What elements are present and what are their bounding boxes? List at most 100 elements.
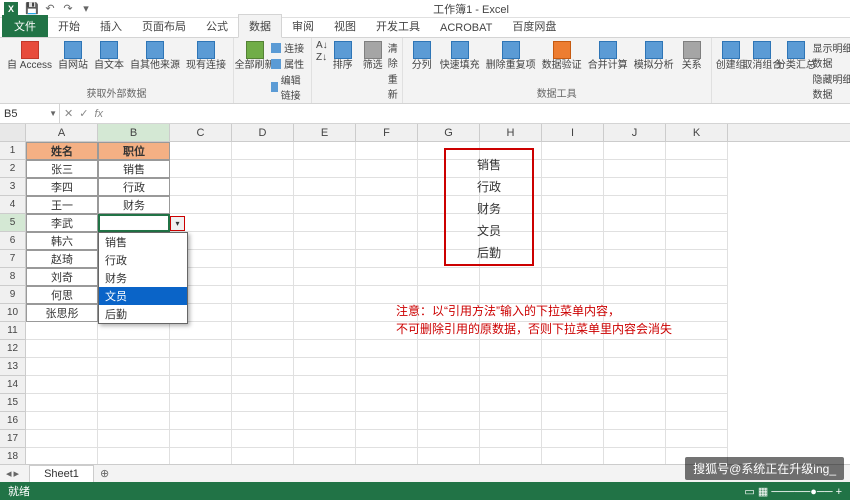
row-header[interactable]: 17 — [0, 430, 26, 448]
cell[interactable] — [294, 322, 356, 340]
cell[interactable]: 张思彤 — [26, 304, 98, 322]
col-header-B[interactable]: B — [98, 124, 170, 141]
name-box[interactable]: B5▼ — [0, 104, 60, 123]
col-header-H[interactable]: H — [480, 124, 542, 141]
cell[interactable] — [418, 430, 480, 448]
row-header[interactable]: 3 — [0, 178, 26, 196]
sheet-nav-first-icon[interactable]: ◂ — [6, 467, 12, 480]
cell[interactable] — [294, 340, 356, 358]
cell[interactable] — [170, 160, 232, 178]
cell[interactable] — [294, 376, 356, 394]
cell[interactable] — [232, 160, 294, 178]
cell[interactable] — [542, 412, 604, 430]
sort-desc-button[interactable]: Z↓ — [316, 52, 328, 63]
cell[interactable] — [26, 412, 98, 430]
cell[interactable] — [356, 142, 418, 160]
relationships-button[interactable]: 关系 — [677, 40, 707, 72]
dropdown-option[interactable]: 后勤 — [99, 305, 187, 323]
cell[interactable] — [418, 358, 480, 376]
cell[interactable] — [98, 340, 170, 358]
formula-input[interactable] — [107, 104, 850, 123]
tab-home[interactable]: 开始 — [48, 15, 90, 37]
cell[interactable] — [26, 394, 98, 412]
col-header-C[interactable]: C — [170, 124, 232, 141]
cell[interactable] — [356, 376, 418, 394]
cell[interactable] — [542, 268, 604, 286]
properties-button[interactable]: 属性 — [271, 56, 307, 71]
reapply-button[interactable]: 重新应用 — [388, 71, 398, 104]
data-validation-button[interactable]: 数据验证 — [539, 40, 585, 72]
cell[interactable] — [232, 286, 294, 304]
cell[interactable] — [418, 340, 480, 358]
cell[interactable] — [98, 322, 170, 340]
filter-button[interactable]: 筛选 — [358, 40, 388, 72]
cell[interactable] — [170, 394, 232, 412]
cell[interactable]: 刘奇 — [26, 268, 98, 286]
cell[interactable] — [666, 196, 728, 214]
cell[interactable] — [666, 178, 728, 196]
data-validation-dropdown-button[interactable]: ▾ — [170, 216, 185, 231]
cell[interactable] — [666, 304, 728, 322]
cell[interactable] — [232, 304, 294, 322]
qat-more-icon[interactable]: ▾ — [78, 2, 94, 16]
dropdown-option[interactable]: 财务 — [99, 269, 187, 287]
row-header[interactable]: 7 — [0, 250, 26, 268]
cell[interactable] — [666, 358, 728, 376]
cell[interactable] — [604, 214, 666, 232]
new-sheet-button[interactable]: ⊕ — [100, 467, 109, 480]
cell[interactable]: 张三 — [26, 160, 98, 178]
cell[interactable] — [604, 376, 666, 394]
sort-asc-button[interactable]: A↓ — [316, 40, 328, 51]
cell[interactable] — [170, 322, 232, 340]
cell[interactable] — [666, 322, 728, 340]
cell[interactable] — [294, 142, 356, 160]
cell[interactable] — [666, 394, 728, 412]
tab-formulas[interactable]: 公式 — [196, 15, 238, 37]
tab-view[interactable]: 视图 — [324, 15, 366, 37]
cell[interactable] — [604, 142, 666, 160]
col-header-A[interactable]: A — [26, 124, 98, 141]
cell[interactable] — [170, 178, 232, 196]
edit-links-button[interactable]: 编辑链接 — [271, 72, 307, 102]
cell[interactable] — [542, 430, 604, 448]
cell[interactable] — [418, 376, 480, 394]
cell[interactable] — [356, 160, 418, 178]
remove-dup-button[interactable]: 删除重复项 — [483, 40, 539, 72]
cell[interactable] — [232, 214, 294, 232]
row-header[interactable]: 11 — [0, 322, 26, 340]
cell[interactable] — [294, 430, 356, 448]
cell[interactable] — [418, 394, 480, 412]
cell[interactable] — [98, 376, 170, 394]
row-header[interactable]: 2 — [0, 160, 26, 178]
cell[interactable] — [294, 412, 356, 430]
cell[interactable] — [480, 268, 542, 286]
col-header-I[interactable]: I — [542, 124, 604, 141]
row-header[interactable]: 10 — [0, 304, 26, 322]
cell[interactable] — [666, 232, 728, 250]
sheet-tab[interactable]: Sheet1 — [29, 465, 94, 482]
cell[interactable]: 王一 — [26, 196, 98, 214]
cell[interactable] — [26, 430, 98, 448]
row-header[interactable]: 4 — [0, 196, 26, 214]
cell[interactable] — [666, 412, 728, 430]
cell[interactable] — [98, 412, 170, 430]
col-header-E[interactable]: E — [294, 124, 356, 141]
cell[interactable] — [26, 376, 98, 394]
cell[interactable] — [542, 232, 604, 250]
cell[interactable] — [356, 430, 418, 448]
worksheet-grid[interactable]: A B C D E F G H I J K 123456789101112131… — [0, 124, 850, 470]
cell[interactable] — [666, 268, 728, 286]
cell[interactable] — [98, 214, 170, 232]
refresh-all-button[interactable]: 全部刷新 — [238, 40, 271, 72]
tab-pagelayout[interactable]: 页面布局 — [132, 15, 196, 37]
cell[interactable] — [666, 286, 728, 304]
col-header-F[interactable]: F — [356, 124, 418, 141]
cell[interactable] — [232, 430, 294, 448]
cell[interactable] — [232, 196, 294, 214]
cell[interactable] — [542, 394, 604, 412]
cell[interactable] — [480, 394, 542, 412]
group-button[interactable]: 创建组 — [716, 40, 746, 72]
tab-developer[interactable]: 开发工具 — [366, 15, 430, 37]
col-header-D[interactable]: D — [232, 124, 294, 141]
sort-button[interactable]: 排序 — [328, 40, 358, 72]
